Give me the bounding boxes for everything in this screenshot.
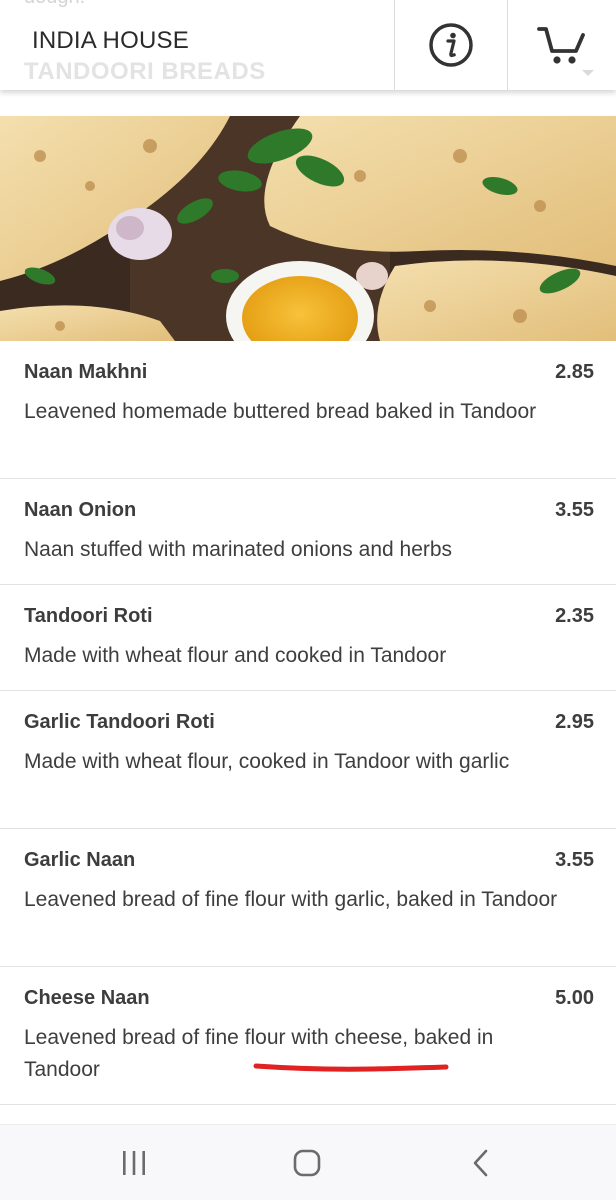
restaurant-name: INDIA HOUSE: [32, 27, 189, 54]
menu-item-description: Made with wheat flour, cooked in Tandoor…: [24, 750, 510, 773]
cart-button[interactable]: [507, 0, 616, 90]
menu-item-name: Garlic Tandoori Roti: [24, 711, 215, 733]
home-icon: [293, 1149, 321, 1177]
menu-item-name: Naan Onion: [24, 499, 137, 521]
back-button[interactable]: [451, 1145, 511, 1181]
menu-item-price: 5.00: [555, 987, 594, 1009]
section-title[interactable]: TANDOORI BREADS: [24, 58, 266, 86]
menu-item[interactable]: Tandoori Roti 2.35 Made with wheat flour…: [0, 585, 616, 691]
menu-item-name: Tandoori Roti: [24, 605, 153, 627]
red-underline-annotation: [253, 1063, 449, 1072]
menu-item[interactable]: Garlic Naan 3.55 Leavened bread of fine …: [0, 829, 616, 967]
menu-item-description: Leavened homemade buttered bread baked i…: [24, 400, 537, 423]
cart-icon: [537, 27, 585, 64]
menu-item-price: 2.85: [555, 361, 594, 383]
menu-item-description: Leavened bread of fine flour with cheese…: [24, 1026, 494, 1081]
home-button[interactable]: [277, 1145, 337, 1181]
app-header: dough. INDIA HOUSE TANDOORI BREADS: [0, 0, 616, 90]
info-button[interactable]: [394, 0, 506, 90]
info-circle-icon: [428, 23, 473, 67]
menu-item-name: Garlic Naan: [24, 849, 136, 871]
menu-item-price: 2.95: [555, 711, 594, 733]
naan-bread-photo: [0, 116, 616, 341]
recents-button[interactable]: [104, 1145, 164, 1181]
menu-item-price: 2.35: [555, 605, 594, 627]
menu-item-price: 3.55: [555, 849, 594, 871]
menu-item-name: Cheese Naan: [24, 987, 150, 1009]
menu-list: Naan Makhni 2.85 Leavened homemade butte…: [0, 341, 616, 1105]
section-hero-image: [0, 116, 616, 341]
back-icon: [473, 1149, 488, 1177]
menu-item[interactable]: Naan Makhni 2.85 Leavened homemade butte…: [0, 341, 616, 479]
menu-item-description: Made with wheat flour and cooked in Tand…: [24, 644, 447, 667]
menu-item[interactable]: Cheese Naan 5.00 Leavened bread of fine …: [0, 967, 616, 1105]
menu-item-description: Leavened bread of fine flour with garlic…: [24, 888, 558, 911]
recents-icon: [123, 1151, 145, 1175]
menu-item-name: Naan Makhni: [24, 361, 148, 383]
system-navigation-bar: [0, 1124, 616, 1200]
scrolled-text-fragment: dough.: [24, 0, 85, 9]
menu-item-price: 3.55: [555, 499, 594, 521]
menu-item[interactable]: Naan Onion 3.55 Naan stuffed with marina…: [0, 479, 616, 585]
menu-item[interactable]: Garlic Tandoori Roti 2.95 Made with whea…: [0, 691, 616, 829]
menu-item-description: Naan stuffed with marinated onions and h…: [24, 538, 453, 561]
